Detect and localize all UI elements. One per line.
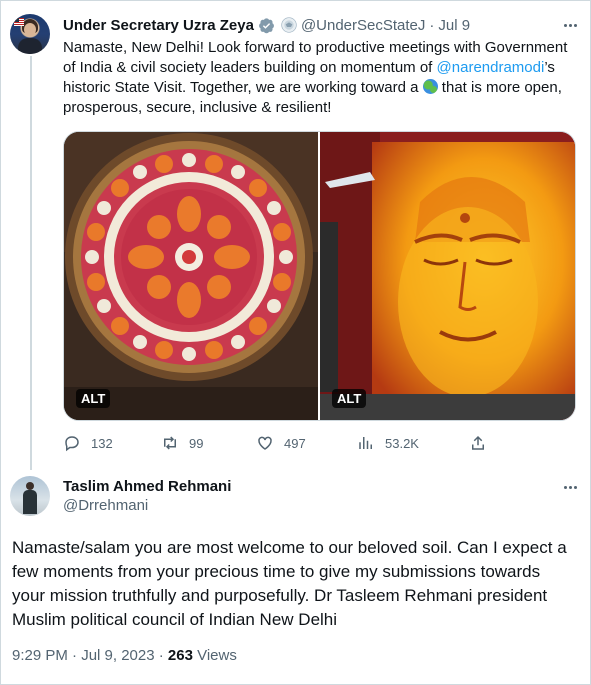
avatar-head [26,482,34,490]
alt-text-badge[interactable]: ALT [332,389,367,408]
analytics-bar-icon [359,437,372,449]
views-button[interactable]: 53.2K [357,432,419,454]
globe-emoji-icon [422,79,438,94]
reply-icon [65,436,79,452]
views-count: 53.2K [385,435,419,451]
views-count[interactable]: 263 [168,647,193,664]
tweet-body: Namaste/salam you are most welcome to ou… [12,538,567,629]
retweet-count: 99 [189,435,204,451]
avatar-face [24,23,36,36]
rangoli-graphic [64,132,318,420]
separator-dot: · [429,16,435,34]
buddha-graphic [320,132,575,420]
mention-link[interactable]: @narendramodi [437,59,545,76]
author-name[interactable]: Taslim Ahmed Rehmani [63,478,231,495]
us-government-badge-icon[interactable] [281,17,297,33]
heart-icon [258,436,272,450]
tweet-date[interactable]: Jul 9 [438,17,470,34]
buddha-mural-photo[interactable]: ALT [320,132,575,420]
retweet-icon [164,436,176,450]
more-options-icon[interactable] [561,16,579,34]
reply-button[interactable]: 132 [63,432,113,454]
reply-count: 132 [91,435,113,451]
views-label: Views [192,647,237,664]
share-button[interactable] [469,432,487,454]
tweet-timestamp[interactable]: 9:29 PM · Jul 9, 2023 · [12,647,168,664]
rangoli-photo[interactable]: ALT [64,132,318,420]
more-options-icon[interactable] [561,478,579,496]
author-avatar[interactable] [10,14,50,54]
retweet-button[interactable]: 99 [161,432,203,454]
avatar-body [18,38,42,54]
author-avatar[interactable] [10,476,50,516]
verified-badge-icon[interactable] [258,17,275,34]
avatar-body [23,490,37,514]
tweet-action-bar: 132 99 497 53.2K [63,432,576,454]
media-grid: ALT ALT [63,131,576,421]
tweet-timestamp-meta: 9:29 PM · Jul 9, 2023 · 263 Views [12,647,237,664]
author-name[interactable]: Under Secretary Uzra Zeya [63,17,254,34]
author-handle[interactable]: @Drrehmani [63,497,148,514]
tweet-header: Under Secretary Uzra Zeya @UnderSecState… [63,15,470,35]
flag-icon [14,18,24,26]
alt-text-badge[interactable]: ALT [76,389,111,408]
tweet-body: Namaste, New Delhi! Look forward to prod… [63,38,573,118]
like-button[interactable]: 497 [256,432,306,454]
share-icon [472,435,484,450]
author-handle[interactable]: @UnderSecStateJ [301,17,425,34]
like-count: 497 [284,435,306,451]
thread-connector-line [30,56,32,470]
